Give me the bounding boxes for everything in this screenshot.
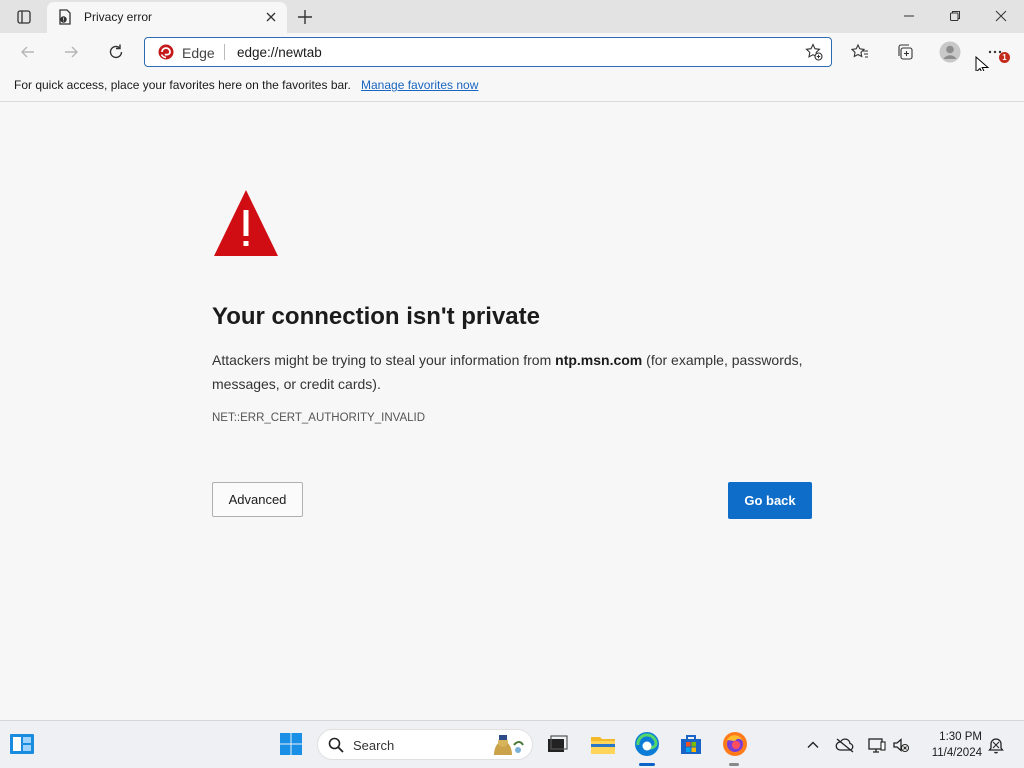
add-favorite-icon[interactable]	[805, 43, 823, 61]
taskbar-search[interactable]: Search	[317, 729, 533, 760]
tab-privacy-error[interactable]: ! Privacy error	[47, 2, 287, 33]
error-code: NET::ERR_CERT_AUTHORITY_INVALID	[212, 412, 426, 424]
error-title: Your connection isn't private	[212, 303, 540, 330]
go-back-button[interactable]: Go back	[728, 482, 812, 519]
profile-icon[interactable]	[936, 38, 964, 66]
browser-toolbar: Edge	[0, 33, 1024, 71]
firefox-icon[interactable]	[720, 729, 750, 759]
search-highlight-icon	[488, 733, 526, 757]
onedrive-icon[interactable]	[835, 735, 855, 755]
notification-icon[interactable]	[986, 735, 1006, 755]
file-explorer-icon[interactable]	[588, 729, 618, 759]
forward-arrow-icon[interactable]	[57, 38, 85, 66]
search-label: Search	[353, 738, 395, 753]
advanced-button[interactable]: Advanced	[212, 482, 303, 517]
favorites-bar-message: For quick access, place your favorites h…	[14, 78, 351, 92]
title-bar: ! Privacy error	[0, 0, 1024, 33]
clock-date: 11/4/2024	[931, 747, 982, 759]
favorites-icon[interactable]	[846, 38, 874, 66]
volume-muted-icon[interactable]	[891, 735, 911, 755]
task-view-icon[interactable]	[542, 729, 572, 759]
manage-favorites-link[interactable]: Manage favorites now	[361, 78, 478, 92]
warning-triangle-icon	[212, 188, 280, 258]
close-window-icon[interactable]	[978, 4, 1024, 28]
notification-badge: 1	[999, 52, 1010, 63]
store-icon[interactable]	[676, 729, 706, 759]
tab-title: Privacy error	[84, 10, 153, 24]
edge-icon[interactable]	[632, 729, 662, 759]
error-host: ntp.msn.com	[555, 352, 643, 368]
favorites-bar: For quick access, place your favorites h…	[0, 71, 1024, 102]
collections-icon[interactable]	[891, 38, 919, 66]
close-icon[interactable]	[263, 9, 279, 25]
restore-icon[interactable]	[932, 4, 978, 28]
site-identity-label[interactable]: Edge	[182, 45, 215, 61]
start-icon[interactable]	[276, 729, 306, 759]
back-arrow-icon[interactable]	[14, 38, 42, 66]
address-divider	[224, 44, 225, 60]
search-icon	[328, 737, 344, 753]
privacy-error-favicon: !	[57, 9, 73, 25]
chevron-up-icon[interactable]	[803, 735, 823, 755]
error-description-prefix: Attackers might be trying to steal your …	[212, 352, 556, 368]
refresh-icon[interactable]	[102, 38, 130, 66]
url-input[interactable]	[237, 41, 777, 63]
widgets-icon[interactable]	[7, 729, 37, 759]
edge-logo-icon	[158, 44, 174, 60]
taskbar: Search 1:30 PM 11/4/2024	[0, 720, 1024, 768]
system-clock[interactable]: 1:30 PM 11/4/2024	[918, 729, 982, 761]
address-bar[interactable]: Edge	[144, 37, 832, 67]
firefox-running-indicator	[729, 763, 739, 766]
error-page: Your connection isn't private Attackers …	[0, 102, 1024, 720]
edge-active-indicator	[639, 763, 655, 766]
error-description: Attackers might be trying to steal your …	[212, 348, 822, 396]
clock-time: 1:30 PM	[939, 731, 982, 743]
minimize-icon[interactable]	[886, 4, 932, 28]
plus-icon[interactable]	[294, 6, 316, 28]
network-icon[interactable]	[867, 735, 887, 755]
tab-actions-icon[interactable]	[8, 5, 40, 29]
